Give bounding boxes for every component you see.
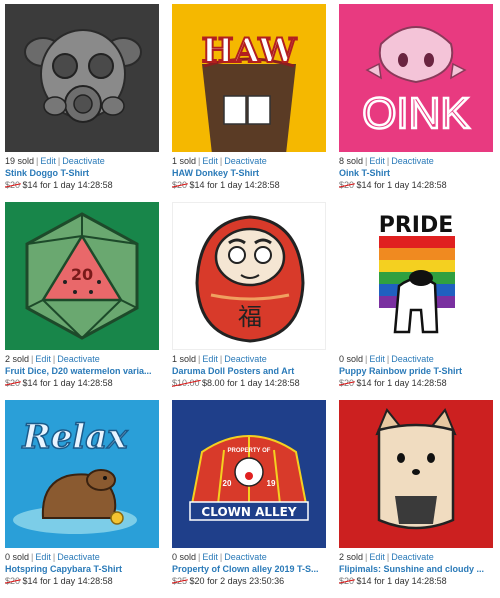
edit-link[interactable]: Edit [35,354,51,364]
d20-art-text: 20 [71,265,93,284]
product-image[interactable] [5,4,159,152]
product-image[interactable]: PROPERTY OF 20 19 CLOWN ALLEY [172,400,326,548]
deactivate-link[interactable]: Deactivate [224,354,267,364]
sold-count: 0 sold [339,354,364,364]
clown-alley-art: PROPERTY OF 20 19 CLOWN ALLEY [172,400,326,548]
clown-top-text: PROPERTY OF [228,448,271,454]
oink-pig-art: OINK [339,4,493,152]
sale-price: $14 for 1 day 14:28:58 [189,180,280,190]
clown-banner-text: CLOWN ALLEY [201,505,296,519]
sold-count: 2 sold [339,552,364,562]
edit-link[interactable]: Edit [202,156,218,166]
product-title-link[interactable]: HAW Donkey T-Shirt [172,167,322,179]
daruma-art-text: 福 [238,303,262,331]
sold-count: 2 sold [5,354,30,364]
product-title-link[interactable]: Daruma Doll Posters and Art [172,365,322,377]
daruma-doll-art: 福 [173,203,325,349]
original-price: $10.00 [172,378,200,388]
deactivate-link[interactable]: Deactivate [57,552,100,562]
original-price: $20 [5,576,21,586]
sold-count: 1 sold [172,354,197,364]
deactivate-link[interactable]: Deactivate [391,156,434,166]
product-image[interactable]: Relax [5,400,159,548]
pride-puppy-art: PRIDE [339,202,493,350]
product-title-link[interactable]: Stink Doggo T-Shirt [5,167,155,179]
sale-price: $14 for 1 day 14:28:58 [22,378,113,388]
product-title-link[interactable]: Fruit Dice, D20 watermelon varia... [5,365,155,377]
deactivate-link[interactable]: Deactivate [224,552,267,562]
original-price: $20 [339,378,355,388]
original-price: $20 [172,180,188,190]
edit-link[interactable]: Edit [369,156,385,166]
sale-price: $14 for 1 day 14:28:58 [356,180,447,190]
clown-year-right: 19 [267,479,276,488]
product-title-link[interactable]: Property of Clown alley 2019 T-S... [172,563,322,575]
product-title-link[interactable]: Hotspring Capybara T-Shirt [5,563,155,575]
deactivate-link[interactable]: Deactivate [391,552,434,562]
product-image[interactable]: PRIDE [339,202,493,350]
original-price: $20 [339,576,355,586]
sold-count: 0 sold [5,552,30,562]
original-price: $25 [172,576,188,586]
relax-capybara-art: Relax [5,400,159,548]
d20-watermelon-art: 20 [5,202,159,350]
product-image[interactable]: 20 [5,202,159,350]
relax-art-text: Relax [21,417,128,457]
deactivate-link[interactable]: Deactivate [62,156,105,166]
sold-count: 0 sold [172,552,197,562]
edit-link[interactable]: Edit [35,552,51,562]
sold-count: 1 sold [172,156,197,166]
deactivate-link[interactable]: Deactivate [224,156,267,166]
pride-art-text: PRIDE [379,213,454,238]
sale-price: $14 for 1 day 14:28:58 [22,576,113,586]
product-title-link[interactable]: Flipimals: Sunshine and cloudy ... [339,563,489,575]
sold-count: 8 sold [339,156,364,166]
product-image[interactable]: 福 [172,202,326,350]
product-title-link[interactable]: Puppy Rainbow pride T-Shirt [339,365,489,377]
original-price: $20 [5,378,21,388]
product-title-link[interactable]: Oink T-Shirt [339,167,489,179]
edit-link[interactable]: Edit [202,354,218,364]
product-image[interactable] [339,400,493,548]
product-grid: 19 sold | Edit | Deactivate Stink Doggo T-Sh… [0,0,500,598]
sale-price: $8.00 for 1 day 14:28:58 [202,378,300,388]
original-price: $20 [5,180,21,190]
deactivate-link[interactable]: Deactivate [57,354,100,364]
product-image[interactable]: OINK [339,4,493,152]
deactivate-link[interactable]: Deactivate [391,354,434,364]
oink-art-text: OINK [362,89,470,138]
product-image[interactable]: HAW [172,4,326,152]
sale-price: $14 for 1 day 14:28:58 [356,378,447,388]
haw-art-text: HAW [202,31,298,71]
edit-link[interactable]: Edit [369,552,385,562]
edit-link[interactable]: Edit [202,552,218,562]
gasmask-dog-art [5,4,159,152]
edit-link[interactable]: Edit [40,156,56,166]
flip-shiba-art [339,400,493,548]
sale-price: $20 for 2 days 23:50:36 [189,576,285,586]
haw-donkey-art: HAW [172,4,326,152]
original-price: $20 [339,180,355,190]
sold-count: 19 sold [5,156,35,166]
sale-price: $14 for 1 day 14:28:58 [356,576,447,586]
clown-year-left: 20 [223,479,232,488]
sale-price: $14 for 1 day 14:28:58 [22,180,113,190]
edit-link[interactable]: Edit [369,354,385,364]
